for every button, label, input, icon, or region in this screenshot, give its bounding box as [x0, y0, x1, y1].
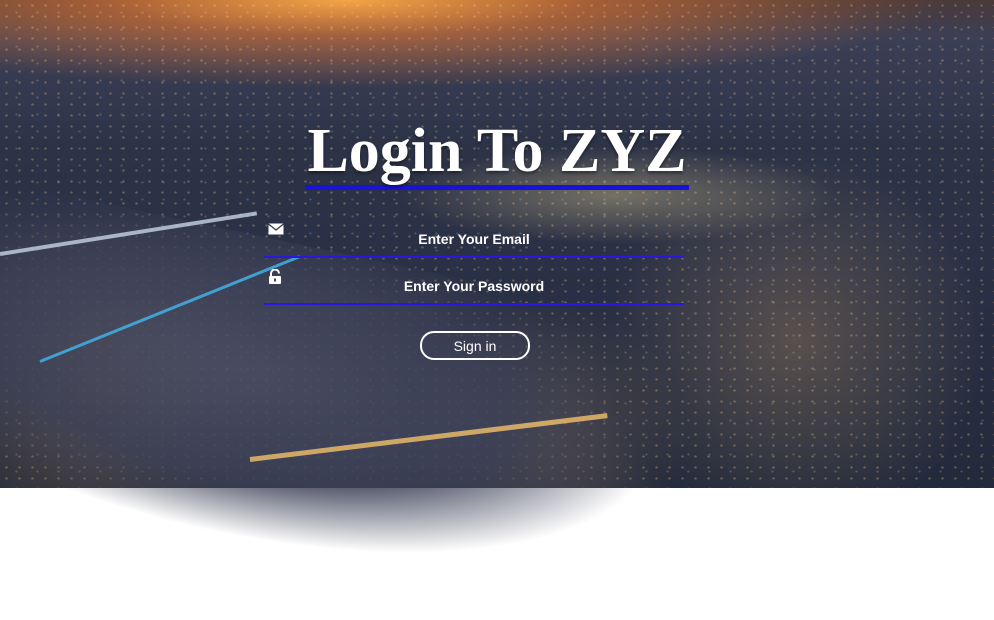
- password-input[interactable]: [288, 269, 660, 303]
- email-field-row: [264, 222, 684, 258]
- unlock-icon: [268, 268, 284, 285]
- page-title: Login To ZYZ: [0, 111, 994, 191]
- envelope-icon: [268, 222, 284, 238]
- sign-in-button[interactable]: Sign in: [420, 331, 530, 360]
- password-field-row: [264, 268, 684, 305]
- page-title-text: Login To ZYZ: [305, 117, 689, 190]
- email-input[interactable]: [288, 222, 660, 256]
